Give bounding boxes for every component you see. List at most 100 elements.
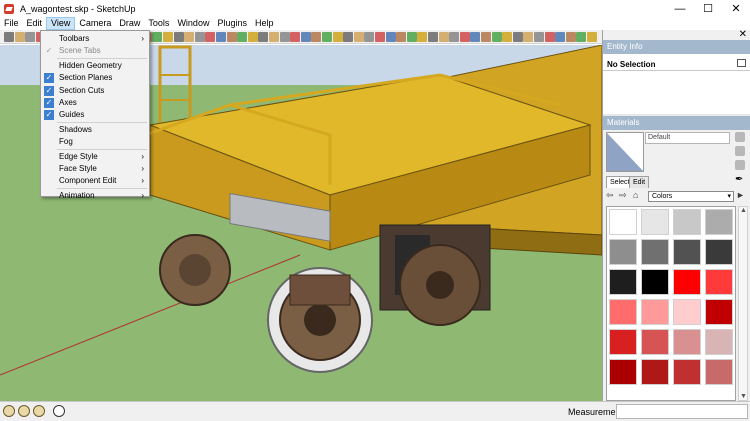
- view-menu-item-section-planes[interactable]: ✓ Section Planes: [41, 72, 149, 84]
- orbit-icon[interactable]: [311, 32, 322, 42]
- move-icon[interactable]: [459, 32, 470, 42]
- orbit-icon[interactable]: [565, 32, 576, 42]
- material-swatch[interactable]: [705, 299, 733, 325]
- zoom-icon[interactable]: [576, 32, 587, 42]
- material-swatch[interactable]: [673, 329, 701, 355]
- collection-select[interactable]: Colors: [648, 191, 734, 202]
- material-swatch[interactable]: [609, 209, 637, 235]
- select-icon[interactable]: [4, 32, 14, 42]
- user-icon[interactable]: [33, 405, 45, 417]
- rotate-icon[interactable]: [216, 32, 226, 42]
- select-icon[interactable]: [343, 32, 354, 42]
- menu-camera[interactable]: Camera: [75, 17, 115, 30]
- zoom-icon[interactable]: [152, 32, 163, 42]
- menu-view[interactable]: View: [46, 17, 76, 30]
- view-menu-item-fog[interactable]: Fog: [41, 136, 149, 148]
- material-name-field[interactable]: Default: [645, 132, 730, 144]
- menu-plugins[interactable]: Plugins: [213, 17, 251, 30]
- tab-edit[interactable]: Edit: [629, 176, 650, 188]
- paint-icon[interactable]: [194, 32, 205, 42]
- material-swatch[interactable]: [641, 239, 669, 265]
- forward-arrow-icon[interactable]: ⇨: [619, 190, 627, 201]
- move-icon[interactable]: [375, 32, 385, 42]
- rotate-icon[interactable]: [385, 32, 396, 42]
- material-swatch[interactable]: [673, 209, 701, 235]
- orbit-icon[interactable]: [226, 32, 237, 42]
- select-icon[interactable]: [258, 32, 269, 42]
- credits-icon[interactable]: [18, 405, 30, 417]
- view-menu-item-guides[interactable]: ✓ Guides: [41, 109, 149, 121]
- material-swatch[interactable]: [705, 239, 733, 265]
- display-secondary-icon[interactable]: [735, 132, 745, 142]
- scroll-down-icon[interactable]: ▼: [740, 393, 747, 400]
- material-swatch[interactable]: [673, 359, 701, 385]
- minimize-button[interactable]: —: [666, 0, 694, 17]
- material-swatch[interactable]: [673, 299, 701, 325]
- view-menu-item-scene-tabs[interactable]: ✓ Scene Tabs: [41, 45, 149, 57]
- view-menu-item-shadows[interactable]: Shadows: [41, 124, 149, 136]
- help-icon[interactable]: [53, 405, 65, 417]
- measurements-input[interactable]: [616, 404, 748, 419]
- section-icon[interactable]: [247, 32, 258, 42]
- select-icon[interactable]: [173, 32, 184, 42]
- orbit-icon[interactable]: [481, 32, 491, 42]
- eraser-icon[interactable]: [184, 32, 195, 42]
- material-swatch[interactable]: [641, 299, 669, 325]
- zoom-icon[interactable]: [491, 32, 502, 42]
- view-menu-item-axes[interactable]: ✓ Axes: [41, 97, 149, 109]
- tray-close-icon[interactable]: ✕: [739, 29, 747, 40]
- select-icon[interactable]: [512, 32, 523, 42]
- view-menu-item-section-cuts[interactable]: ✓ Section Cuts: [41, 85, 149, 97]
- maximize-button[interactable]: ☐: [694, 0, 722, 17]
- home-icon[interactable]: ⌂: [633, 190, 638, 200]
- scroll-up-icon[interactable]: ▲: [740, 207, 747, 214]
- rotate-icon[interactable]: [470, 32, 481, 42]
- move-icon[interactable]: [290, 32, 301, 42]
- material-swatch[interactable]: [609, 299, 637, 325]
- eraser-icon[interactable]: [438, 32, 449, 42]
- close-button[interactable]: ✕: [722, 0, 750, 17]
- material-swatch[interactable]: [673, 269, 701, 295]
- paint-icon[interactable]: [449, 32, 460, 42]
- paint-icon[interactable]: [279, 32, 290, 42]
- view-menu-item-toolbars[interactable]: Toolbars ›: [41, 33, 149, 45]
- view-menu-item-edge-style[interactable]: Edge Style ›: [41, 151, 149, 163]
- section-icon[interactable]: [332, 32, 343, 42]
- eraser-icon[interactable]: [523, 32, 534, 42]
- material-swatch[interactable]: [609, 329, 637, 355]
- paint-icon[interactable]: [364, 32, 375, 42]
- menu-tools[interactable]: Tools: [144, 17, 173, 30]
- view-menu-item-component-edit[interactable]: Component Edit ›: [41, 175, 149, 187]
- section-icon[interactable]: [502, 32, 513, 42]
- section-icon[interactable]: [163, 32, 173, 42]
- sample-paint-icon[interactable]: ✒: [735, 174, 743, 185]
- menu-draw[interactable]: Draw: [115, 17, 144, 30]
- rotate-icon[interactable]: [555, 32, 566, 42]
- rotate-icon[interactable]: [300, 32, 311, 42]
- entity-info-header[interactable]: Entity Info: [603, 40, 750, 54]
- paint-icon[interactable]: [534, 32, 544, 42]
- move-icon[interactable]: [544, 32, 555, 42]
- material-swatch[interactable]: [609, 269, 637, 295]
- menu-edit[interactable]: Edit: [23, 17, 47, 30]
- eraser-icon[interactable]: [353, 32, 364, 42]
- orbit-icon[interactable]: [396, 32, 407, 42]
- material-swatch[interactable]: [641, 209, 669, 235]
- select-icon[interactable]: [428, 32, 438, 42]
- view-menu-item-hidden-geometry[interactable]: Hidden Geometry: [41, 60, 149, 72]
- geo-location-icon[interactable]: [3, 405, 15, 417]
- view-menu-item-face-style[interactable]: Face Style ›: [41, 163, 149, 175]
- create-material-icon[interactable]: [735, 146, 745, 156]
- material-swatch[interactable]: [673, 239, 701, 265]
- materials-header[interactable]: Materials: [603, 116, 750, 130]
- material-swatch[interactable]: [705, 329, 733, 355]
- view-menu-item-animation[interactable]: Animation ›: [41, 190, 149, 202]
- zoom-icon[interactable]: [406, 32, 417, 42]
- material-swatch[interactable]: [641, 269, 669, 295]
- zoom-icon[interactable]: [322, 32, 332, 42]
- swatch-scrollbar[interactable]: ▲ ▼: [738, 206, 748, 401]
- details-arrow-icon[interactable]: ►: [736, 190, 745, 200]
- material-swatch[interactable]: [705, 209, 733, 235]
- zoom-icon[interactable]: [237, 32, 248, 42]
- material-swatch[interactable]: [705, 359, 733, 385]
